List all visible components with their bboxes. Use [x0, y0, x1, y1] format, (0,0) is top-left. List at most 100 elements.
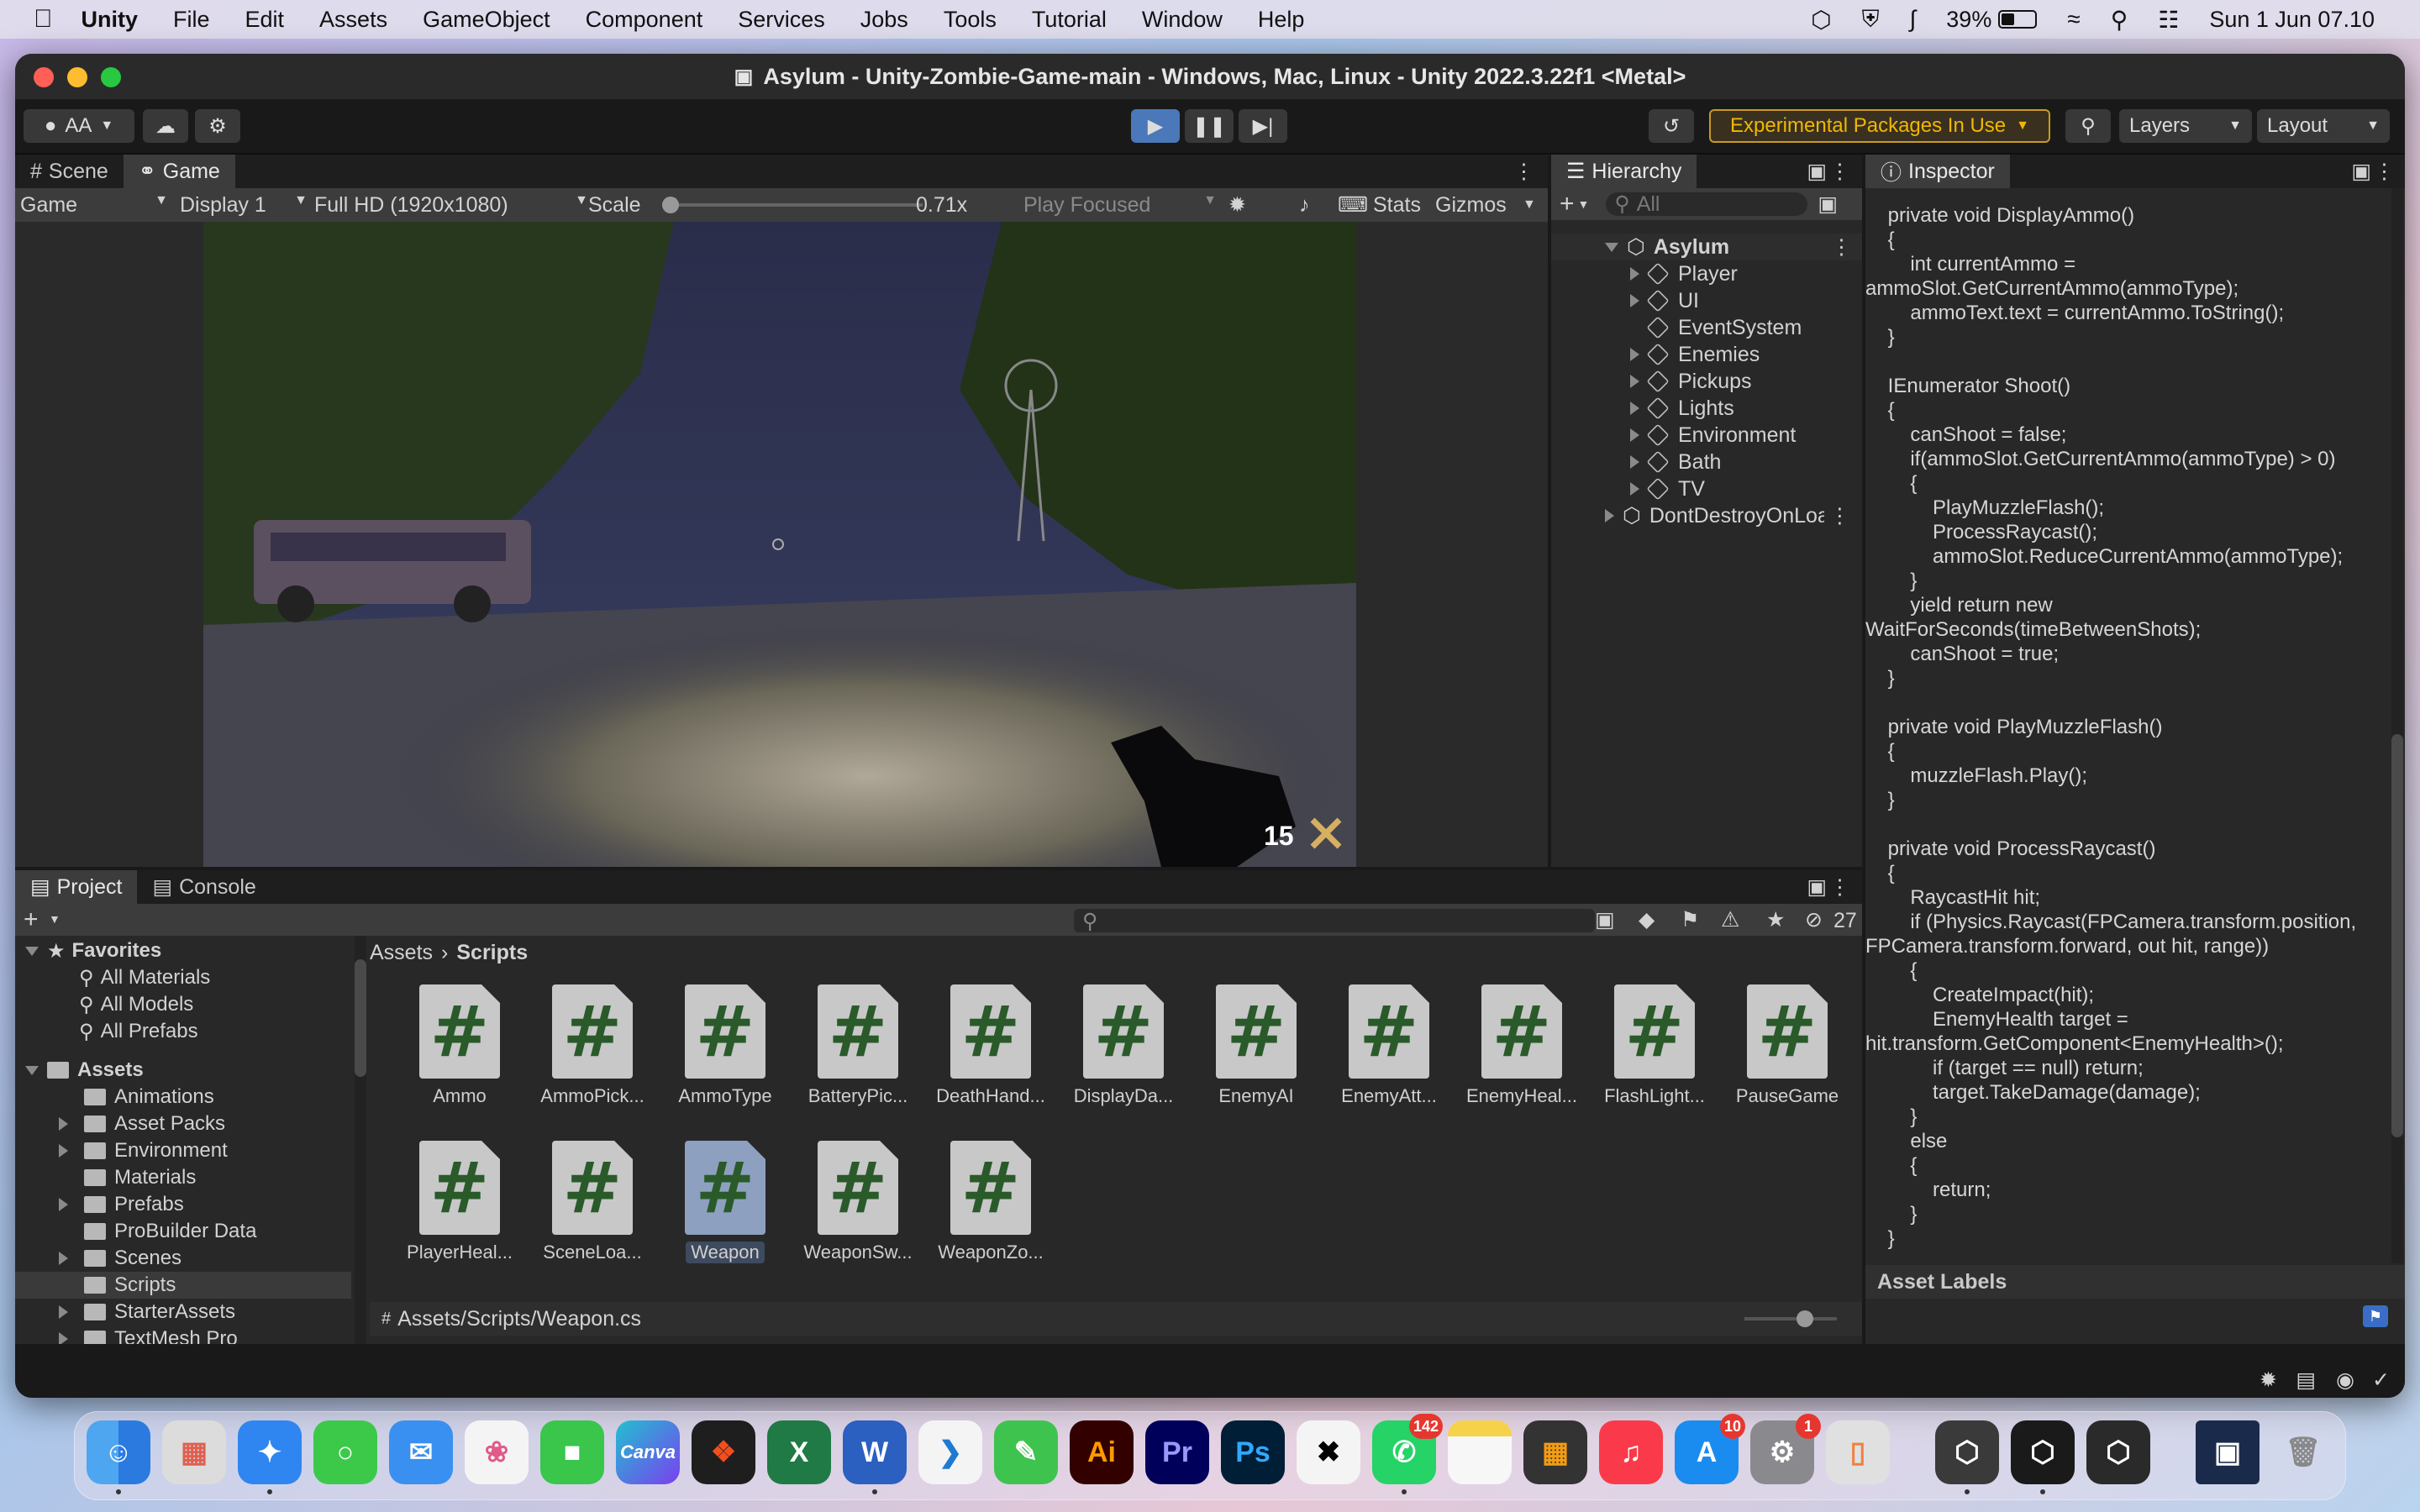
search-options-icon[interactable]: ▣ [1818, 192, 1838, 217]
game-mode-dropdown[interactable]: Game ▼ [20, 193, 168, 218]
tab-inspector[interactable]: ⓘ Inspector [1865, 155, 2010, 188]
panel-menu-icon[interactable]: ⋮ [1513, 159, 1534, 184]
assets-root-row[interactable]: Assets [25, 1057, 144, 1084]
chevron-down-icon[interactable]: ▼ [49, 912, 60, 926]
menu-jobs[interactable]: Jobs [860, 7, 908, 33]
calculator-icon[interactable]: ▦ [1523, 1420, 1587, 1484]
play-button[interactable]: ▶ [1131, 109, 1180, 143]
menu-tutorial[interactable]: Tutorial [1032, 7, 1107, 33]
inspector-scrollbar-thumb[interactable] [2391, 734, 2403, 1137]
wifi-icon[interactable]: ≈ [2067, 6, 2080, 33]
inspector-scrollbar[interactable] [2391, 188, 2403, 1263]
game-viewport[interactable]: 15 [203, 222, 1356, 867]
folder-row[interactable]: Asset Packs [59, 1110, 225, 1137]
filter-by-label-icon[interactable]: ⚑ [1681, 907, 1699, 932]
hierarchy-item[interactable]: Bath [1630, 449, 1721, 475]
breadcrumb-assets[interactable]: Assets [370, 941, 433, 965]
expand-toggle[interactable] [59, 1198, 68, 1211]
keyboard-icon[interactable]: ⌨ [1338, 192, 1368, 218]
script-asset[interactable]: # FlashLight... [1591, 984, 1718, 1127]
folder-row[interactable]: Environment [59, 1137, 228, 1164]
tree-scrollbar[interactable] [355, 936, 366, 1344]
whatsapp-icon[interactable]: ✆ 142 [1372, 1414, 1443, 1484]
script-asset[interactable]: # SceneLoa... [529, 1141, 655, 1284]
scale-slider[interactable] [662, 197, 923, 213]
mute-audio-icon[interactable]: ♪ [1299, 193, 1310, 218]
add-icon[interactable]: + [1560, 190, 1575, 218]
lock-icon[interactable]: ▣ [2351, 159, 2371, 184]
tab-hierarchy[interactable]: ☰ Hierarchy [1551, 155, 1697, 188]
gizmos-button[interactable]: Gizmos [1435, 193, 1507, 218]
launchpad-icon[interactable]: ▦ [162, 1420, 226, 1484]
check-icon[interactable]: ✓ [2372, 1368, 2390, 1393]
menu-gameobject[interactable]: GameObject [423, 7, 550, 33]
script-asset[interactable]: # AmmoPick... [529, 984, 655, 1127]
minimize-window-button[interactable] [67, 67, 87, 87]
unity-status-icon[interactable]: ⬡ [1811, 6, 1831, 34]
panel-menu-icon[interactable]: ⋮ [2374, 159, 2395, 184]
history-button[interactable]: ↺ [1649, 109, 1694, 143]
kebab-icon[interactable]: ⋮ [1829, 503, 1850, 528]
photoshop-icon[interactable]: Ps [1221, 1420, 1285, 1484]
menu-file[interactable]: File [173, 7, 210, 33]
zoom-window-button[interactable] [101, 67, 121, 87]
iphone-mirroring-icon[interactable]: ▯ [1826, 1420, 1890, 1484]
capcut-icon[interactable]: ✖ [1297, 1420, 1360, 1484]
script-asset[interactable]: # WeaponZo... [928, 1141, 1054, 1284]
hierarchy-item[interactable]: Player [1630, 260, 1738, 287]
messages-icon[interactable]: ○ [313, 1420, 377, 1484]
add-icon[interactable]: + [24, 906, 39, 934]
tab-project[interactable]: ▤ Project [15, 870, 138, 904]
experimental-packages-dropdown[interactable]: Experimental Packages In Use ▼ [1709, 109, 2050, 143]
window-thumbnail-icon[interactable]: ▣ [2196, 1420, 2260, 1484]
lock-icon[interactable]: ▣ [1807, 874, 1827, 900]
folder-row[interactable]: TextMesh Pro [59, 1326, 238, 1344]
expand-toggle[interactable] [1630, 294, 1639, 307]
expand-toggle[interactable] [59, 1117, 68, 1131]
vscode-icon[interactable]: ❯ [918, 1420, 982, 1484]
expand-toggle[interactable] [1630, 267, 1639, 281]
unity-hub-icon[interactable]: ⬡ [1935, 1420, 1999, 1484]
expand-toggle[interactable] [1630, 402, 1639, 415]
folder-row[interactable]: ProBuilder Data [84, 1218, 256, 1245]
figma-icon[interactable]: ❖ [692, 1420, 755, 1484]
step-button[interactable]: ▶| [1239, 109, 1287, 143]
script-asset[interactable]: # Ammo [397, 984, 523, 1127]
chevron-down-icon[interactable]: ▼ [1523, 197, 1536, 213]
menu-services[interactable]: Services [738, 7, 825, 33]
expand-toggle[interactable] [1630, 375, 1639, 388]
expand-toggle[interactable] [1630, 428, 1639, 442]
close-window-button[interactable] [34, 67, 54, 87]
script-asset[interactable]: # EnemyAtt... [1326, 984, 1452, 1127]
expand-toggle[interactable] [1630, 348, 1639, 361]
menu-window[interactable]: Window [1142, 7, 1223, 33]
resolution-dropdown[interactable]: Full HD (1920x1080) ▼ [314, 193, 588, 218]
pause-button[interactable]: ❚❚ [1185, 109, 1234, 143]
favorite-item[interactable]: ⚲ All Prefabs [79, 1018, 198, 1045]
search-button[interactable]: ⚲ [2065, 109, 2111, 143]
notes-icon[interactable] [1448, 1420, 1512, 1484]
expand-toggle[interactable] [25, 1065, 39, 1075]
menu-tools[interactable]: Tools [944, 7, 997, 33]
script-asset[interactable]: # DisplayDa... [1060, 984, 1186, 1127]
hierarchy-item[interactable]: Lights [1630, 395, 1734, 422]
facetime-icon[interactable]: ■ [540, 1420, 604, 1484]
folder-row[interactable]: Animations [84, 1084, 214, 1110]
app-store-icon[interactable]: A 10 [1675, 1414, 1745, 1484]
favorites-row[interactable]: ★ Favorites [25, 937, 161, 964]
script-asset[interactable]: # WeaponSw... [795, 1141, 921, 1284]
tab-game[interactable]: ⚭ Game [123, 155, 235, 188]
hidden-packages-icon[interactable]: ⊘ [1805, 907, 1823, 932]
tab-console[interactable]: ▤ Console [137, 870, 271, 904]
hierarchy-item[interactable]: EventSystem [1646, 314, 1802, 341]
hierarchy-item[interactable]: UI [1630, 287, 1699, 314]
debug-icon[interactable]: ✹ [2260, 1368, 2277, 1393]
expand-toggle[interactable] [1630, 482, 1639, 496]
hierarchy-scene-row[interactable]: ⬡ Asylum ⋮ [1551, 234, 1862, 260]
hierarchy-dontdestroy-row[interactable]: ⬡ DontDestroyOnLoad ⋮ [1605, 502, 1862, 529]
menu-clock[interactable]: Sun 1 Jun 07.10 [2209, 7, 2375, 33]
layers-dropdown[interactable]: Layers ▼ [2119, 109, 2252, 143]
chevron-down-icon[interactable]: ▼ [1578, 197, 1590, 211]
star-icon[interactable]: ★ [1766, 907, 1785, 932]
script-asset[interactable]: # EnemyHeal... [1459, 984, 1585, 1127]
